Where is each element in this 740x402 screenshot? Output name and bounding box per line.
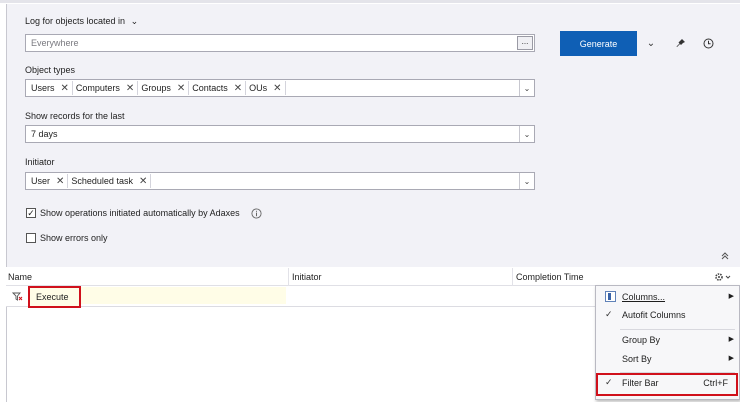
tag-scheduled-task: Scheduled task ✕ xyxy=(68,174,152,188)
tag-label: Users xyxy=(31,83,55,93)
submenu-arrow-icon: ▶ xyxy=(728,336,734,343)
menu-item-label: Sort By xyxy=(622,354,652,364)
submenu-arrow-icon: ▶ xyxy=(728,293,734,300)
period-label: Show records for the last xyxy=(25,111,125,121)
period-select[interactable]: 7 days ⌄ xyxy=(25,125,535,143)
log-for-label[interactable]: Log for objects located in ⌄ xyxy=(25,16,138,27)
info-icon[interactable] xyxy=(250,207,262,219)
tag-label: User xyxy=(31,176,51,186)
auto-ops-label: Show operations initiated automatically … xyxy=(40,208,240,218)
tag-contacts: Contacts ✕ xyxy=(189,81,247,95)
menu-item-group-by[interactable]: Group By ▶ xyxy=(596,332,739,350)
remove-tag-icon[interactable]: ✕ xyxy=(234,83,242,94)
chevron-down-icon[interactable]: ⌄ xyxy=(131,16,139,26)
menu-item-label: Columns... xyxy=(622,292,666,302)
tag-label: OUs xyxy=(249,83,268,93)
grid-header: Name Initiator Completion Time xyxy=(6,268,740,286)
column-initiator[interactable]: Initiator xyxy=(292,272,322,282)
period-value: 7 days xyxy=(31,129,58,139)
initiator-field[interactable]: User ✕ Scheduled task ✕ ⌄ xyxy=(25,172,535,190)
tag-label: Computers xyxy=(75,83,120,93)
object-types-field[interactable]: Users ✕ Computers ✕ Groups ✕ Contacts ✕ OUs ✕ ⌄ xyxy=(25,79,535,97)
errors-only-label: Show errors only xyxy=(40,233,108,243)
chevron-down-icon[interactable]: ⌄ xyxy=(519,173,534,189)
menu-separator xyxy=(620,329,735,330)
menu-item-autofit-columns[interactable]: ✓ Autofit Columns xyxy=(596,307,739,325)
submenu-arrow-icon: ▶ xyxy=(728,355,734,362)
chevron-down-icon[interactable]: ⌄ xyxy=(519,80,534,96)
tag-user: User ✕ xyxy=(28,174,69,188)
filter-value: Execute xyxy=(36,292,69,302)
menu-item-sort-by[interactable]: Sort By ▶ xyxy=(596,351,739,369)
filter-value-highlight[interactable]: Execute xyxy=(28,286,81,308)
auto-ops-checkbox[interactable]: ✓ xyxy=(26,208,36,218)
initiator-label: Initiator xyxy=(25,157,55,167)
column-completion-time[interactable]: Completion Time xyxy=(516,272,584,282)
tag-users: Users ✕ xyxy=(28,81,73,95)
remove-tag-icon[interactable]: ✕ xyxy=(56,176,64,187)
menu-item-label: Group By xyxy=(622,335,661,345)
remove-tag-icon[interactable]: ✕ xyxy=(126,83,134,94)
top-divider xyxy=(0,0,740,3)
gear-icon[interactable] xyxy=(712,271,734,283)
tag-groups: Groups ✕ xyxy=(138,81,190,95)
columns-icon xyxy=(605,291,616,304)
tag-computers: Computers ✕ xyxy=(73,81,139,95)
clock-icon[interactable] xyxy=(701,36,715,50)
filter-clear-icon[interactable] xyxy=(11,290,23,302)
chevron-down-icon[interactable]: ⌄ xyxy=(644,36,658,50)
generate-button[interactable]: Generate xyxy=(560,31,637,56)
remove-tag-icon[interactable]: ✕ xyxy=(273,83,281,94)
object-types-label: Object types xyxy=(25,65,76,75)
location-placeholder: Everywhere xyxy=(31,38,79,48)
tag-label: Groups xyxy=(141,83,171,93)
menu-item-columns[interactable]: Columns... ▶ xyxy=(596,289,739,307)
tag-label: Scheduled task xyxy=(71,176,133,186)
grid-left-border xyxy=(6,307,7,402)
filter-bar-highlight xyxy=(596,373,738,396)
location-input[interactable]: Everywhere ... xyxy=(25,34,535,52)
errors-only-checkbox[interactable] xyxy=(26,233,36,243)
column-name[interactable]: Name xyxy=(8,272,32,282)
remove-tag-icon[interactable]: ✕ xyxy=(177,83,185,94)
double-chevron-up-icon[interactable] xyxy=(719,250,731,262)
generate-button-label: Generate xyxy=(579,38,618,49)
pin-icon[interactable] xyxy=(674,36,688,50)
browse-button-label: ... xyxy=(521,37,529,46)
browse-button[interactable]: ... xyxy=(517,36,533,50)
remove-tag-icon[interactable]: ✕ xyxy=(61,83,69,94)
check-icon: ✓ xyxy=(605,309,613,319)
tag-label: Contacts xyxy=(192,83,228,93)
log-for-label-text: Log for objects located in xyxy=(25,16,126,26)
menu-item-label: Autofit Columns xyxy=(622,310,686,320)
tag-ous: OUs ✕ xyxy=(246,81,286,95)
remove-tag-icon[interactable]: ✕ xyxy=(139,176,147,187)
chevron-down-icon[interactable]: ⌄ xyxy=(519,126,534,142)
